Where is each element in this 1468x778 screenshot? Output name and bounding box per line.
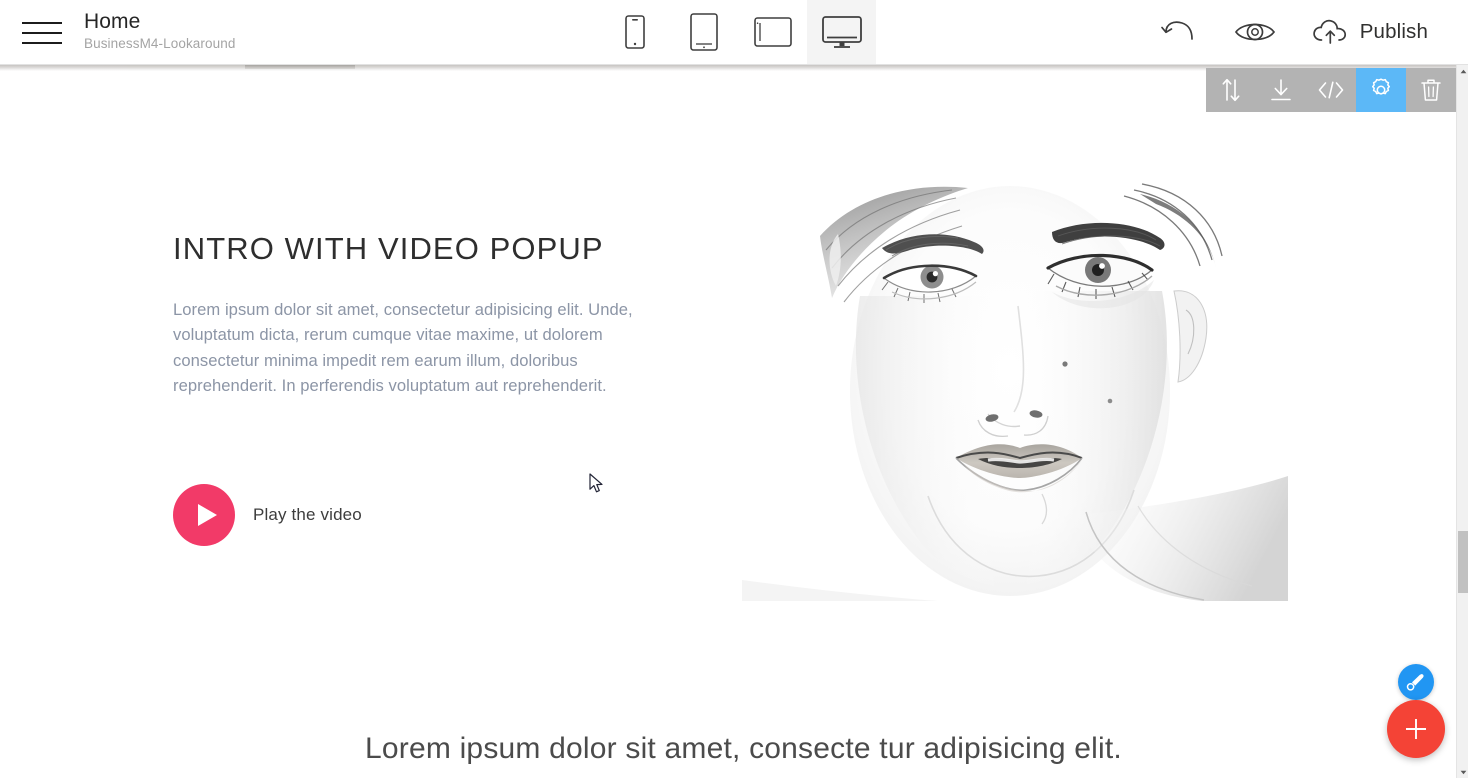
tablet-portrait-icon [689,13,718,51]
tablet-landscape-icon [753,17,792,47]
play-button-circle[interactable] [173,484,235,546]
desktop-monitor-icon [821,16,862,48]
undo-arrow-icon [1160,21,1193,40]
device-switcher [600,0,876,64]
paintbrush-pen-icon [1406,674,1424,691]
site-name: BusinessM4-Lookaround [84,36,236,51]
page-title: Home [84,10,141,33]
block-download-button[interactable] [1256,68,1306,112]
hamburger-menu-icon[interactable] [0,0,84,64]
hamburger-line [22,42,62,44]
eye-preview-icon [1234,23,1275,41]
publish-button[interactable]: Publish [1294,0,1446,64]
undo-button[interactable] [1142,0,1216,64]
black-and-white-portrait-of-woman [742,176,1288,601]
trash-bin-icon [1421,79,1441,101]
hamburger-line [22,32,62,34]
gear-settings-icon [1371,78,1391,95]
intro-video-popup-block[interactable]: INTRO WITH VIDEO POPUP Lorem ipsum dolor… [0,65,1456,705]
block-move-button[interactable] [1206,68,1256,112]
block-settings-button[interactable] [1356,68,1406,112]
hamburger-line [22,22,62,24]
page-meta: Home BusinessM4-Lookaround [84,0,235,64]
scroll-up-glyph [1460,69,1466,73]
scrollbar-thumb[interactable] [1458,531,1468,593]
plus-icon [1406,719,1426,739]
move-up-down-arrows-icon [1222,78,1240,102]
device-button-tablet-landscape[interactable] [738,0,807,64]
play-video-label: Play the video [253,505,362,524]
intro-paragraph: Lorem ipsum dolor sit amet, consectetur … [173,300,633,395]
block-code-button[interactable] [1306,68,1356,112]
cloud-upload-icon [1312,19,1346,44]
header-actions: Publish [1142,0,1468,64]
device-button-mobile[interactable] [600,0,669,64]
play-triangle-icon [197,504,217,526]
add-block-button[interactable] [1387,700,1445,758]
page-canvas: INTRO WITH VIDEO POPUP Lorem ipsum dolor… [0,65,1456,778]
next-block-heading: Lorem ipsum dolor sit amet, consecte tur… [365,732,1122,765]
scroll-down-glyph [1460,770,1466,774]
download-arrow-icon [1271,78,1291,100]
app-header: Home BusinessM4-Lookaround Publish [0,0,1468,65]
intro-text-column: INTRO WITH VIDEO POPUP Lorem ipsum dolor… [173,230,693,398]
mobile-phone-icon [624,15,645,49]
device-button-desktop[interactable] [807,0,876,64]
code-brackets-icon [1318,81,1344,99]
canvas-scrollbar[interactable] [1456,65,1468,778]
play-video-button[interactable]: Play the video [173,484,362,546]
scroll-up-arrow-icon[interactable] [1457,65,1468,77]
intro-portrait-image[interactable] [742,176,1288,601]
preview-button[interactable] [1216,0,1294,64]
block-delete-button[interactable] [1406,68,1456,112]
publish-label: Publish [1359,20,1428,43]
scroll-down-arrow-icon[interactable] [1457,766,1468,778]
block-toolbar [1206,68,1456,112]
style-editor-button[interactable] [1398,664,1434,700]
device-button-tablet-portrait[interactable] [669,0,738,64]
intro-heading: INTRO WITH VIDEO POPUP [173,231,604,266]
